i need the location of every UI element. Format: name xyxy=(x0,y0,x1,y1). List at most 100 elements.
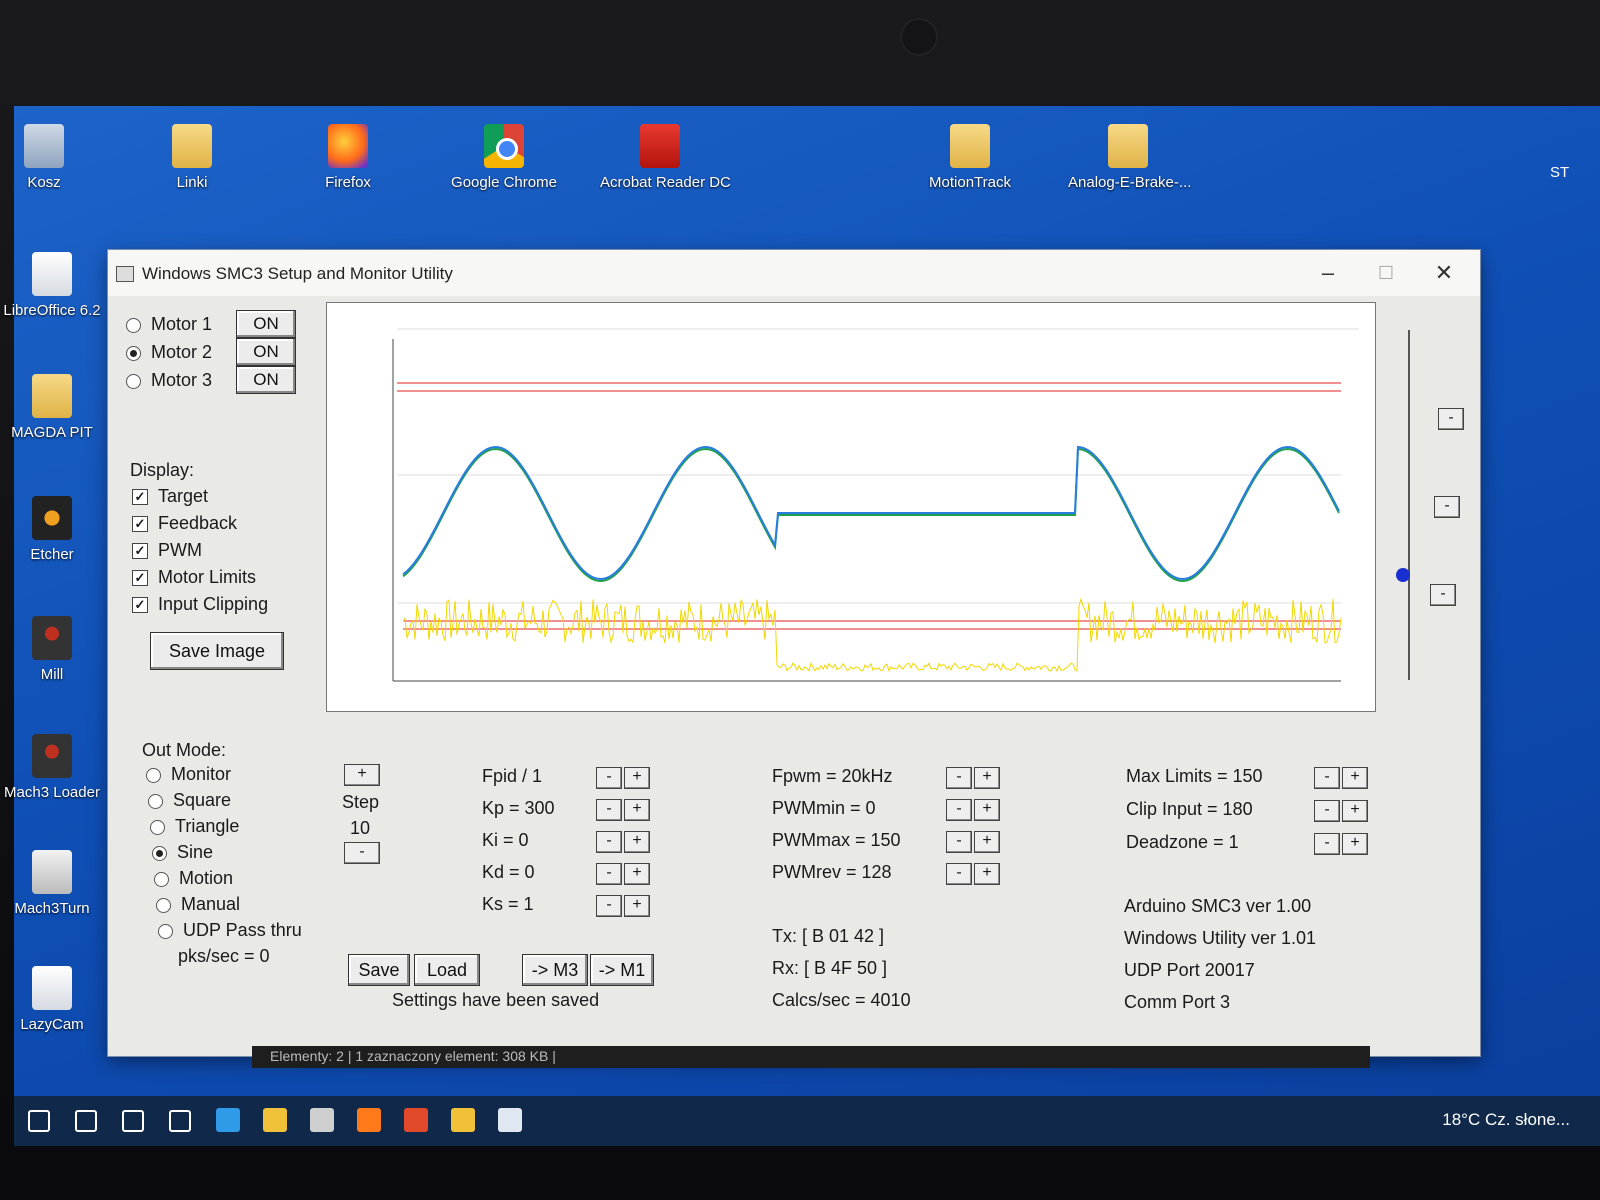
weather-widget[interactable]: 18°C Cz. słone... xyxy=(1442,1110,1570,1130)
motor-on-button-2[interactable]: ON xyxy=(236,338,296,366)
step-plus-button[interactable]: + xyxy=(344,764,380,786)
motor-on-button-3[interactable]: ON xyxy=(236,366,296,394)
out-mode-option[interactable]: Square xyxy=(148,790,231,811)
save-image-button[interactable]: Save Image xyxy=(150,632,284,670)
pwm-param-decrease-button[interactable]: - xyxy=(946,799,972,821)
pwm-param-decrease-button[interactable]: - xyxy=(946,767,972,789)
motor-select-2[interactable]: Motor 2 xyxy=(126,342,212,363)
checkbox-icon[interactable]: ✓ xyxy=(132,597,148,614)
out-mode-option[interactable]: Manual xyxy=(156,894,240,915)
close-button[interactable]: ✕ xyxy=(1416,256,1472,290)
scale-minus-button-1[interactable]: - xyxy=(1438,408,1464,430)
store-icon[interactable] xyxy=(310,1108,334,1132)
maximize-button[interactable]: ☐ xyxy=(1358,256,1414,290)
chrome-icon[interactable] xyxy=(404,1108,428,1132)
desktop-icon[interactable]: Kosz xyxy=(0,124,104,191)
desktop-icon[interactable]: MAGDA PIT xyxy=(0,374,112,441)
taskbar[interactable]: 18°C Cz. słone... xyxy=(14,1096,1600,1146)
limit-param-increase-button[interactable]: + xyxy=(1342,767,1368,789)
step-minus-button[interactable]: - xyxy=(344,842,380,864)
limit-param-increase-button[interactable]: + xyxy=(1342,833,1368,855)
vertical-slider-knob[interactable] xyxy=(1396,568,1410,582)
desktop-icon[interactable]: Firefox xyxy=(288,124,408,191)
desktop-icon[interactable]: MotionTrack xyxy=(910,124,1030,191)
checkbox-icon[interactable]: ✓ xyxy=(132,516,148,533)
pid-param-increase-button[interactable]: + xyxy=(624,895,650,917)
smc3-app-icon[interactable] xyxy=(498,1108,522,1132)
radio-icon[interactable] xyxy=(156,897,171,913)
radio-icon[interactable] xyxy=(150,819,165,835)
out-mode-option[interactable]: Sine xyxy=(152,842,213,863)
display-checkbox-4[interactable]: ✓ Input Clipping xyxy=(132,594,268,615)
radio-icon[interactable] xyxy=(148,793,163,809)
out-mode-option[interactable]: Motion xyxy=(154,868,233,889)
desktop-icon[interactable]: Google Chrome xyxy=(444,124,564,191)
scale-minus-button-3[interactable]: - xyxy=(1430,584,1456,606)
save-button[interactable]: Save xyxy=(348,954,410,986)
vertical-slider-track[interactable] xyxy=(1408,330,1410,680)
display-checkbox-1[interactable]: ✓ Feedback xyxy=(132,513,237,534)
limit-param-decrease-button[interactable]: - xyxy=(1314,767,1340,789)
desktop-icon[interactable]: Etcher xyxy=(0,496,112,563)
out-mode-option[interactable]: Monitor xyxy=(146,764,231,785)
smc3-window[interactable]: Windows SMC3 Setup and Monitor Utility –… xyxy=(108,250,1480,1056)
load-button[interactable]: Load xyxy=(414,954,480,986)
copy-to-m1-button[interactable]: -> M1 xyxy=(590,954,654,986)
motor-select-3[interactable]: Motor 3 xyxy=(126,370,212,391)
minimize-button[interactable]: – xyxy=(1300,256,1356,290)
motor-on-button-1[interactable]: ON xyxy=(236,310,296,338)
pid-param-decrease-button[interactable]: - xyxy=(596,799,622,821)
desktop-icon[interactable]: LazyCam xyxy=(0,966,112,1033)
radio-icon[interactable] xyxy=(154,871,169,887)
copy-to-m3-button[interactable]: -> M3 xyxy=(522,954,588,986)
radio-icon[interactable] xyxy=(126,373,141,389)
pwm-param-increase-button[interactable]: + xyxy=(974,799,1000,821)
checkbox-icon[interactable]: ✓ xyxy=(132,489,148,506)
pid-param-increase-button[interactable]: + xyxy=(624,831,650,853)
display-checkbox-0[interactable]: ✓ Target xyxy=(132,486,208,507)
desktop-icon[interactable]: LibreOffice 6.2 xyxy=(0,252,112,319)
display-checkbox-3[interactable]: ✓ Motor Limits xyxy=(132,567,256,588)
pwm-param-increase-button[interactable]: + xyxy=(974,863,1000,885)
desktop-icon[interactable]: Mill xyxy=(0,616,112,683)
file-explorer-icon[interactable] xyxy=(263,1108,287,1132)
pwm-param-decrease-button[interactable]: - xyxy=(946,831,972,853)
desktop-icon[interactable]: Mach3 Loader xyxy=(0,734,112,801)
desktop-icon[interactable]: Mach3Turn xyxy=(0,850,112,917)
title-bar[interactable]: Windows SMC3 Setup and Monitor Utility –… xyxy=(108,250,1480,296)
start-icon[interactable] xyxy=(28,1110,50,1132)
motor-select-1[interactable]: Motor 1 xyxy=(126,314,212,335)
pid-param-decrease-button[interactable]: - xyxy=(596,767,622,789)
desktop-icon[interactable]: Acrobat Reader DC xyxy=(600,124,731,191)
radio-icon[interactable] xyxy=(146,767,161,783)
desktop-icon[interactable]: Linki xyxy=(132,124,252,191)
pid-param-increase-button[interactable]: + xyxy=(624,767,650,789)
pid-param-decrease-button[interactable]: - xyxy=(596,863,622,885)
checkbox-icon[interactable]: ✓ xyxy=(132,570,148,587)
pid-param-decrease-button[interactable]: - xyxy=(596,895,622,917)
folder-icon[interactable] xyxy=(451,1108,475,1132)
radio-icon[interactable] xyxy=(158,923,173,939)
out-mode-option[interactable]: UDP Pass thru xyxy=(158,920,302,941)
cortana-icon[interactable] xyxy=(122,1110,144,1132)
out-mode-option[interactable]: Triangle xyxy=(150,816,239,837)
pwm-param-increase-button[interactable]: + xyxy=(974,831,1000,853)
pwm-param-decrease-button[interactable]: - xyxy=(946,863,972,885)
radio-icon[interactable] xyxy=(126,345,141,361)
pwm-param-increase-button[interactable]: + xyxy=(974,767,1000,789)
pid-param-increase-button[interactable]: + xyxy=(624,799,650,821)
radio-icon[interactable] xyxy=(126,317,141,333)
search-icon[interactable] xyxy=(75,1110,97,1132)
edge-icon[interactable] xyxy=(216,1108,240,1132)
checkbox-icon[interactable]: ✓ xyxy=(132,543,148,560)
pid-param-decrease-button[interactable]: - xyxy=(596,831,622,853)
radio-icon[interactable] xyxy=(152,845,167,861)
limit-param-increase-button[interactable]: + xyxy=(1342,800,1368,822)
limit-param-decrease-button[interactable]: - xyxy=(1314,800,1340,822)
pid-param-increase-button[interactable]: + xyxy=(624,863,650,885)
scale-minus-button-2[interactable]: - xyxy=(1434,496,1460,518)
display-checkbox-2[interactable]: ✓ PWM xyxy=(132,540,202,561)
firefox-icon[interactable] xyxy=(357,1108,381,1132)
limit-param-decrease-button[interactable]: - xyxy=(1314,833,1340,855)
desktop-icon[interactable]: Analog-E-Brake-... xyxy=(1068,124,1191,191)
